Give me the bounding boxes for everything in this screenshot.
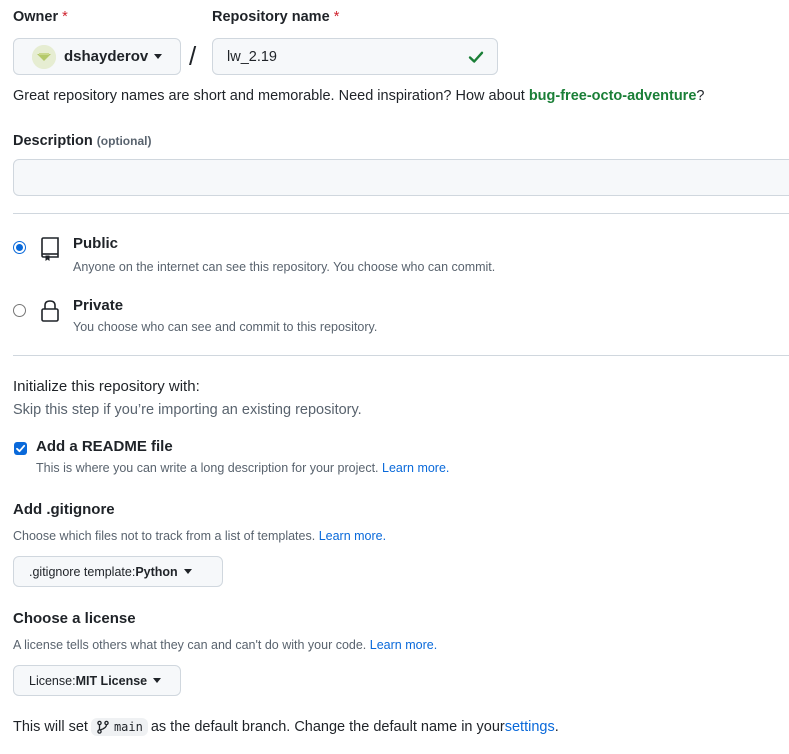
chevron-down-icon	[183, 569, 192, 574]
readme-checkbox[interactable]	[14, 442, 27, 455]
check-icon	[467, 48, 485, 71]
gitignore-template-dropdown[interactable]: .gitignore template: Python	[13, 556, 223, 587]
private-title: Private	[73, 297, 124, 314]
description-input[interactable]	[13, 159, 789, 196]
owner-label: Owner *	[13, 9, 68, 25]
branch-name: main	[113, 720, 143, 734]
repo-icon	[38, 236, 62, 267]
license-selected-value: MIT License	[75, 673, 148, 688]
license-learn-more-link[interactable]: Learn more.	[370, 638, 437, 652]
gitignore-description: Choose which files not to track from a l…	[13, 529, 387, 543]
divider	[13, 355, 789, 356]
init-subtitle: Skip this step if you’re importing an ex…	[13, 402, 362, 418]
public-title: Public	[73, 235, 119, 252]
owner-dropdown[interactable]: dshayderov	[13, 38, 181, 75]
gitignore-learn-more-link[interactable]: Learn more.	[319, 529, 386, 543]
public-radio[interactable]	[13, 241, 26, 254]
gitignore-button-prefix: .gitignore template:	[29, 564, 136, 579]
required-mark: *	[62, 9, 68, 25]
repo-name-value: lw_2.19	[227, 49, 277, 65]
readme-learn-more-link[interactable]: Learn more.	[382, 461, 449, 475]
required-mark: *	[333, 9, 340, 25]
owner-username: dshayderov	[64, 48, 149, 65]
license-heading: Choose a license	[13, 610, 136, 627]
private-description: You choose who can see and commit to thi…	[73, 320, 378, 334]
repo-name-input[interactable]: lw_2.19	[212, 38, 498, 75]
lock-icon	[38, 298, 62, 329]
init-heading: Initialize this repository with:	[13, 378, 200, 395]
divider	[13, 213, 789, 214]
license-button-prefix: License:	[29, 673, 76, 688]
repo-name-label: Repository name *	[212, 9, 340, 25]
license-description: A license tells others what they can and…	[13, 638, 438, 652]
default-branch-note: This will set main as the default branch…	[13, 718, 559, 736]
chevron-down-icon	[154, 54, 163, 59]
chevron-down-icon	[153, 678, 162, 683]
description-label: Description (optional)	[13, 133, 152, 149]
gitignore-heading: Add .gitignore	[13, 501, 115, 518]
settings-link[interactable]: settings	[505, 719, 555, 735]
optional-tag: (optional)	[96, 134, 152, 148]
readme-description: This is where you can write a long descr…	[36, 461, 450, 475]
private-radio[interactable]	[13, 304, 26, 317]
name-suggestion[interactable]: bug-free-octo-adventure	[529, 88, 697, 104]
git-branch-icon	[96, 720, 110, 734]
owner-repo-separator: /	[189, 41, 197, 71]
license-dropdown[interactable]: License: MIT License	[13, 665, 181, 696]
avatar	[32, 44, 56, 69]
gitignore-selected-value: Python	[135, 564, 178, 579]
repo-name-hint: Great repository names are short and mem…	[13, 88, 705, 104]
readme-label[interactable]: Add a README file	[36, 438, 173, 455]
public-description: Anyone on the internet can see this repo…	[73, 260, 496, 274]
branch-label: main	[90, 718, 148, 736]
